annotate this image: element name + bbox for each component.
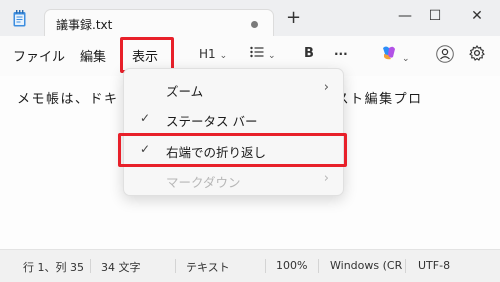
- close-button[interactable]: ✕: [462, 6, 492, 26]
- cursor-position: 行 1、列 35: [23, 261, 84, 274]
- status-divider: [175, 259, 176, 273]
- title-bar: 議事録.txt + — ☐ ✕: [0, 0, 500, 36]
- minimize-button[interactable]: —: [390, 6, 420, 26]
- account-button[interactable]: [436, 45, 454, 66]
- status-divider: [265, 259, 266, 273]
- account-icon: [436, 45, 454, 63]
- menu-item-label: ズーム: [166, 84, 204, 99]
- view-dropdown-menu: ズーム › ✓ ステータス バー ✓ 右端での折り返し マークダウン ›: [123, 68, 344, 196]
- chevron-right-icon: ›: [323, 171, 329, 186]
- heading-label: H1: [199, 47, 216, 61]
- character-count: 34 文字: [101, 261, 141, 274]
- bold-button[interactable]: B: [304, 46, 314, 61]
- menu-item-status-bar[interactable]: ✓ ステータス バー: [124, 105, 343, 133]
- menu-item-label: ステータス バー: [166, 114, 258, 129]
- zoom-level[interactable]: 100%: [276, 259, 307, 272]
- copilot-button[interactable]: ⌄: [380, 45, 410, 64]
- line-ending[interactable]: Windows (CR: [330, 259, 402, 272]
- more-button[interactable]: ···: [334, 47, 348, 61]
- menu-file[interactable]: ファイル: [13, 46, 65, 65]
- tab-title: 議事録.txt: [56, 18, 113, 32]
- notepad-app-icon: [13, 10, 26, 27]
- status-divider: [90, 259, 91, 273]
- chevron-down-icon: ⌄: [402, 54, 410, 64]
- status-divider: [405, 259, 406, 273]
- menu-item-markdown: マークダウン ›: [124, 166, 343, 194]
- unsaved-dot-icon[interactable]: [251, 21, 258, 28]
- status-bar: 行 1、列 35 34 文字 テキスト 100% Windows (CR UTF…: [0, 249, 500, 282]
- chevron-down-icon: ⌄: [219, 51, 228, 61]
- list-dropdown[interactable]: ⌄: [250, 46, 276, 61]
- encoding[interactable]: UTF-8: [418, 259, 450, 272]
- heading-dropdown[interactable]: H1 ⌄: [199, 47, 227, 61]
- word-wrap-highlight: [118, 133, 347, 167]
- list-icon: [250, 46, 264, 58]
- menu-item-zoom[interactable]: ズーム ›: [124, 75, 343, 103]
- copilot-icon: [383, 46, 395, 60]
- chevron-right-icon: ›: [323, 80, 329, 95]
- settings-button[interactable]: [469, 44, 485, 64]
- maximize-button[interactable]: ☐: [420, 6, 450, 26]
- document-tab[interactable]: 議事録.txt: [44, 9, 274, 36]
- file-format: テキスト: [186, 261, 230, 274]
- checkmark-icon: ✓: [140, 111, 151, 125]
- menu-item-label: マークダウン: [166, 175, 241, 190]
- new-tab-button[interactable]: +: [286, 8, 301, 28]
- chevron-down-icon: ⌄: [268, 51, 276, 61]
- gear-icon: [469, 44, 485, 61]
- status-divider: [318, 259, 319, 273]
- menu-edit[interactable]: 編集: [80, 46, 106, 65]
